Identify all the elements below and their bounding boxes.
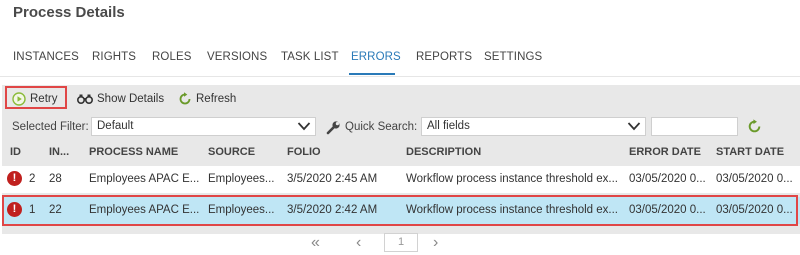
grid-header: ID IN... PROCESS NAME SOURCE FOLIO DESCR… xyxy=(2,141,800,163)
column-header-process-name[interactable]: PROCESS NAME xyxy=(89,146,178,158)
show-details-label: Show Details xyxy=(97,93,165,105)
tab-roles[interactable]: ROLES xyxy=(152,51,192,63)
table-row[interactable]: ! 2 28 Employees APAC E... Employees... … xyxy=(2,166,800,193)
cell-source: Employees... xyxy=(208,173,275,185)
page-title: Process Details xyxy=(13,4,125,21)
quick-search-input[interactable] xyxy=(651,117,738,136)
first-page-icon[interactable]: « xyxy=(311,234,320,252)
cell-description: Workflow process instance threshold ex..… xyxy=(406,173,618,185)
selected-row-highlight xyxy=(2,195,798,226)
column-header-folio[interactable]: FOLIO xyxy=(287,146,321,158)
toolbar: Retry Show Details Refresh xyxy=(2,85,800,115)
cell-start-date: 03/05/2020 0... xyxy=(716,173,793,185)
chevron-down-icon xyxy=(627,122,641,131)
binoculars-icon xyxy=(77,94,93,104)
tab-reports[interactable]: REPORTS xyxy=(416,51,472,63)
pager: « ‹ 1 › xyxy=(0,233,800,255)
selected-filter-dropdown[interactable]: Default xyxy=(91,117,316,136)
retry-highlight xyxy=(5,86,67,109)
column-header-instance[interactable]: IN... xyxy=(49,146,69,158)
refresh-icon[interactable] xyxy=(747,119,762,134)
tab-rights[interactable]: RIGHTS xyxy=(92,51,136,63)
cell-folio: 3/5/2020 2:45 AM xyxy=(287,173,378,185)
cell-error-date: 03/05/2020 0... xyxy=(629,173,706,185)
selected-filter-label: Selected Filter: xyxy=(12,121,89,133)
chevron-down-icon xyxy=(297,122,311,131)
tab-task-list[interactable]: TASK LIST xyxy=(281,51,339,63)
refresh-label: Refresh xyxy=(196,93,237,105)
cell-instance: 28 xyxy=(49,173,62,185)
page-number-input[interactable]: 1 xyxy=(384,233,418,252)
column-header-description[interactable]: DESCRIPTION xyxy=(406,146,481,158)
next-page-icon[interactable]: › xyxy=(433,234,438,252)
prev-page-icon[interactable]: ‹ xyxy=(356,234,361,252)
tab-errors[interactable]: ERRORS xyxy=(351,51,401,63)
tab-bar: INSTANCES RIGHTS ROLES VERSIONS TASK LIS… xyxy=(0,46,800,77)
column-header-source[interactable]: SOURCE xyxy=(208,146,255,158)
tab-instances[interactable]: INSTANCES xyxy=(13,51,79,63)
cell-id: 2 xyxy=(29,173,36,185)
column-header-id[interactable]: ID xyxy=(10,146,21,158)
quick-search-scope-dropdown[interactable]: All fields xyxy=(421,117,646,136)
wrench-icon xyxy=(326,121,340,135)
refresh-icon xyxy=(179,92,191,105)
quick-search-scope-value: All fields xyxy=(427,120,470,132)
tab-settings[interactable]: SETTINGS xyxy=(484,51,542,63)
quick-search-label: Quick Search: xyxy=(345,121,418,133)
tab-versions[interactable]: VERSIONS xyxy=(207,51,267,63)
column-header-error-date[interactable]: ERROR DATE xyxy=(629,146,701,158)
filter-row: Selected Filter: Default Quick Search: A… xyxy=(2,116,800,140)
refresh-button[interactable]: Refresh xyxy=(178,89,236,109)
selected-filter-value: Default xyxy=(97,120,134,132)
error-icon: ! xyxy=(7,171,22,186)
column-header-start-date[interactable]: START DATE xyxy=(716,146,784,158)
cell-process-name: Employees APAC E... xyxy=(89,173,200,185)
show-details-button[interactable]: Show Details xyxy=(77,89,164,109)
active-tab-indicator xyxy=(349,73,395,75)
